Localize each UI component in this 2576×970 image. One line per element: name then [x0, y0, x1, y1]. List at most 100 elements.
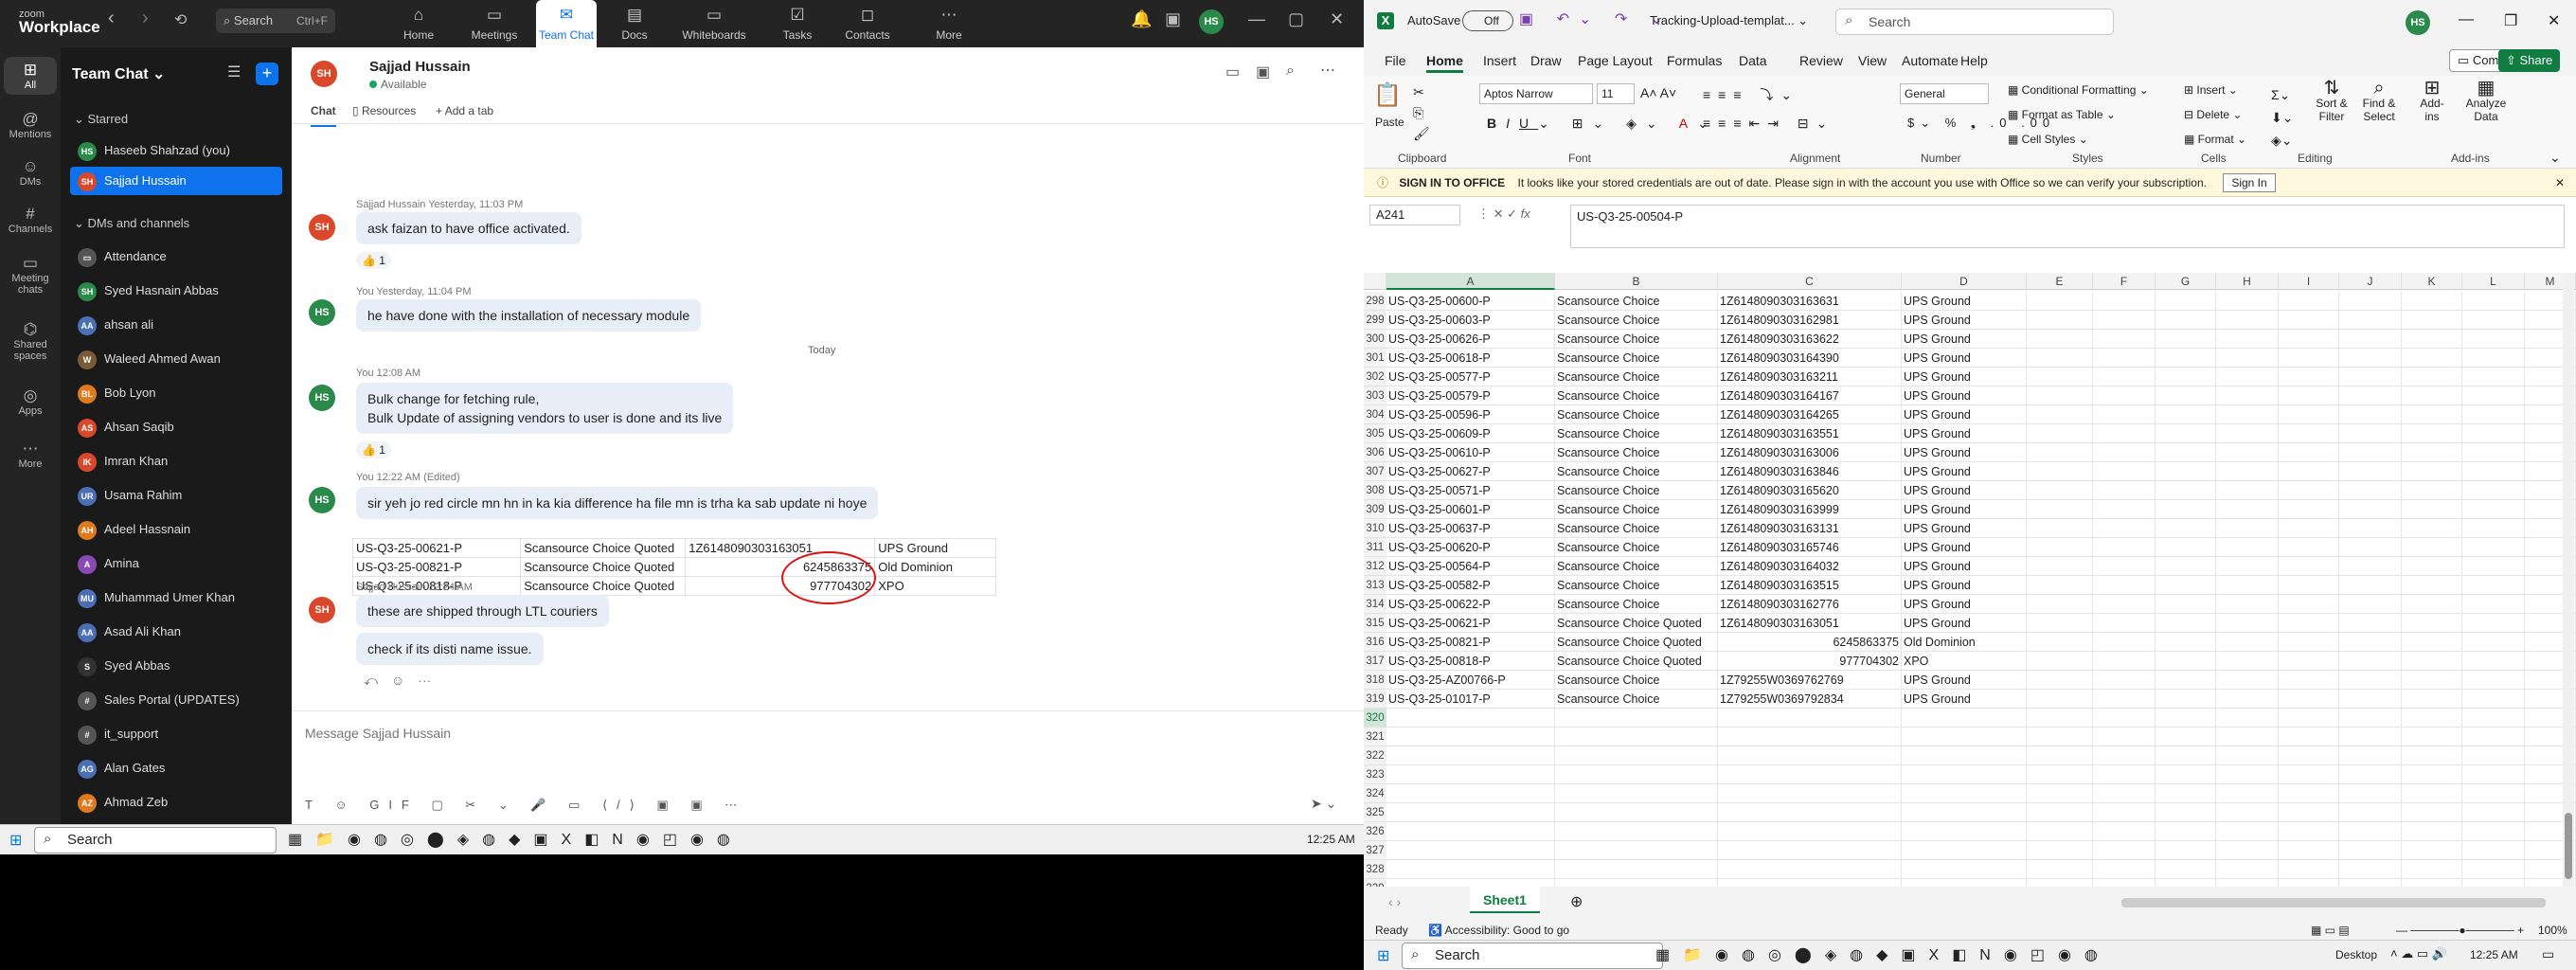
empty-cell[interactable] [2462, 500, 2525, 519]
empty-cell[interactable] [2027, 671, 2093, 690]
column-header[interactable]: L [2462, 273, 2525, 290]
table-cell[interactable]: UPS Ground [1902, 614, 2027, 633]
empty-cell[interactable] [2462, 386, 2525, 405]
empty-cell[interactable] [2156, 690, 2216, 709]
row-header[interactable]: 320 [1364, 709, 1386, 728]
table-cell[interactable]: 1Z6148090303163211 [1718, 368, 1902, 386]
table-cell[interactable]: Scansource Choice [1555, 424, 1718, 443]
empty-cell[interactable] [2402, 746, 2462, 765]
empty-cell[interactable] [2216, 595, 2279, 614]
empty-cell[interactable] [2156, 595, 2216, 614]
sidebar-item[interactable]: # Sales Portal (UPDATES) [70, 686, 282, 714]
empty-cell[interactable] [2156, 443, 2216, 462]
font-size[interactable]: 11 [1597, 83, 1635, 104]
empty-cell[interactable] [2279, 746, 2339, 765]
table-cell[interactable]: 977704302 [1718, 652, 1902, 671]
table-cell[interactable]: 1Z6148090303162981 [1718, 311, 1902, 330]
tab-add[interactable]: + Add a tab [436, 104, 493, 117]
empty-cell[interactable] [2402, 822, 2462, 841]
empty-cell[interactable] [2156, 538, 2216, 557]
table-cell[interactable] [1718, 709, 1902, 728]
table-cell[interactable]: US-Q3-25-01017-P [1386, 690, 1555, 709]
table-cell[interactable]: Scansource Choice Quoted [1555, 633, 1718, 652]
zoom-level[interactable]: 100% [2538, 919, 2567, 942]
insert-cells[interactable]: ⊞ Insert ⌄ [2184, 83, 2238, 97]
sidebar-item[interactable]: BL Bob Lyon [70, 379, 282, 407]
empty-cell[interactable] [2027, 633, 2093, 652]
column-header[interactable]: D [1902, 273, 2027, 290]
table-cell[interactable]: Scansource Choice [1555, 481, 1718, 500]
sort-filter[interactable]: ⇅ Sort & Filter [2311, 79, 2352, 123]
empty-cell[interactable] [2339, 746, 2402, 765]
table-cell[interactable] [1386, 709, 1555, 728]
empty-cell[interactable] [2216, 746, 2279, 765]
empty-cell[interactable] [2093, 652, 2156, 671]
column-header[interactable]: C [1718, 273, 1902, 290]
empty-cell[interactable] [2462, 633, 2525, 652]
empty-cell[interactable] [2093, 443, 2156, 462]
empty-cell[interactable] [2027, 784, 2093, 803]
table-cell[interactable]: UPS Ground [1902, 386, 2027, 405]
empty-cell[interactable] [2216, 349, 2279, 368]
table-cell[interactable] [1718, 803, 1902, 822]
empty-cell[interactable] [2462, 576, 2525, 595]
empty-cell[interactable] [2339, 822, 2402, 841]
table-cell[interactable]: US-Q3-25-00579-P [1386, 386, 1555, 405]
sidebar-item[interactable]: A Amina [70, 549, 282, 578]
empty-cell[interactable] [2402, 500, 2462, 519]
empty-cell[interactable] [2216, 557, 2279, 576]
empty-cell[interactable] [2462, 405, 2525, 424]
taskbar-apps[interactable]: ▦📁◉◍◎⬤◈◍◆▣X◧N◉◰◉◍ [288, 830, 743, 849]
nav-all[interactable]: ⊞ All [4, 57, 57, 95]
format-cells[interactable]: ▦ Format ⌄ [2184, 133, 2246, 146]
empty-cell[interactable] [2027, 424, 2093, 443]
empty-cell[interactable] [2156, 405, 2216, 424]
empty-cell[interactable] [2216, 292, 2279, 311]
message-bubble[interactable]: Bulk change for fetching rule, Bulk Updat… [356, 383, 734, 434]
empty-cell[interactable] [2027, 557, 2093, 576]
column-header[interactable]: I [2279, 273, 2339, 290]
empty-cell[interactable] [2093, 462, 2156, 481]
select-all-corner[interactable] [1364, 273, 1386, 290]
empty-cell[interactable] [2339, 349, 2402, 368]
empty-cell[interactable] [2216, 443, 2279, 462]
empty-cell[interactable] [2462, 424, 2525, 443]
empty-cell[interactable] [2339, 443, 2402, 462]
empty-cell[interactable] [2339, 652, 2402, 671]
menu-page-layout[interactable]: Page Layout [1578, 53, 1653, 68]
sidebar-item[interactable]: AA ahsan ali [70, 311, 282, 339]
formula-icons[interactable]: ⋮ ✕ ✓ fx [1477, 207, 1530, 222]
table-cell[interactable]: US-Q3-25-00571-P [1386, 481, 1555, 500]
table-cell[interactable] [1718, 728, 1902, 746]
table-cell[interactable]: US-Q3-25-00618-P [1386, 349, 1555, 368]
empty-cell[interactable] [2279, 500, 2339, 519]
tab-docs[interactable]: ▤ Docs [604, 0, 665, 47]
empty-cell[interactable] [2156, 765, 2216, 784]
empty-cell[interactable] [2216, 330, 2279, 349]
table-cell[interactable]: US-Q3-25-00621-P [1386, 614, 1555, 633]
empty-cell[interactable] [2093, 349, 2156, 368]
empty-cell[interactable] [2156, 784, 2216, 803]
row-header[interactable]: 313 [1364, 576, 1386, 595]
align-top-icons[interactable]: ≡≡≡ ⤵⌄ [1703, 85, 1799, 104]
empty-cell[interactable] [2027, 803, 2093, 822]
empty-cell[interactable] [2093, 311, 2156, 330]
empty-cell[interactable] [2402, 690, 2462, 709]
empty-cell[interactable] [2402, 652, 2462, 671]
menu-insert[interactable]: Insert [1483, 53, 1516, 68]
cell-styles[interactable]: ▦ Cell Styles ⌄ [2008, 133, 2088, 146]
view-icons[interactable]: ▦ ▭ ▤ [2311, 919, 2350, 942]
empty-cell[interactable] [2156, 803, 2216, 822]
table-cell[interactable] [1902, 822, 2027, 841]
bell-icon[interactable]: 🔔 [1131, 9, 1152, 29]
menu-home[interactable]: Home [1426, 53, 1463, 73]
table-cell[interactable]: UPS Ground [1902, 519, 2027, 538]
column-header[interactable]: H [2216, 273, 2279, 290]
column-header[interactable]: A [1386, 273, 1555, 290]
nav-mentions[interactable]: @ Mentions [4, 106, 57, 144]
empty-cell[interactable] [2279, 728, 2339, 746]
sidebar-item[interactable]: AS Ahsan Saqib [70, 413, 282, 441]
row-header[interactable]: 327 [1364, 841, 1386, 860]
autosave-toggle[interactable]: Off [1462, 10, 1513, 31]
sidebar-item[interactable]: ▭ Attendance [70, 242, 282, 271]
